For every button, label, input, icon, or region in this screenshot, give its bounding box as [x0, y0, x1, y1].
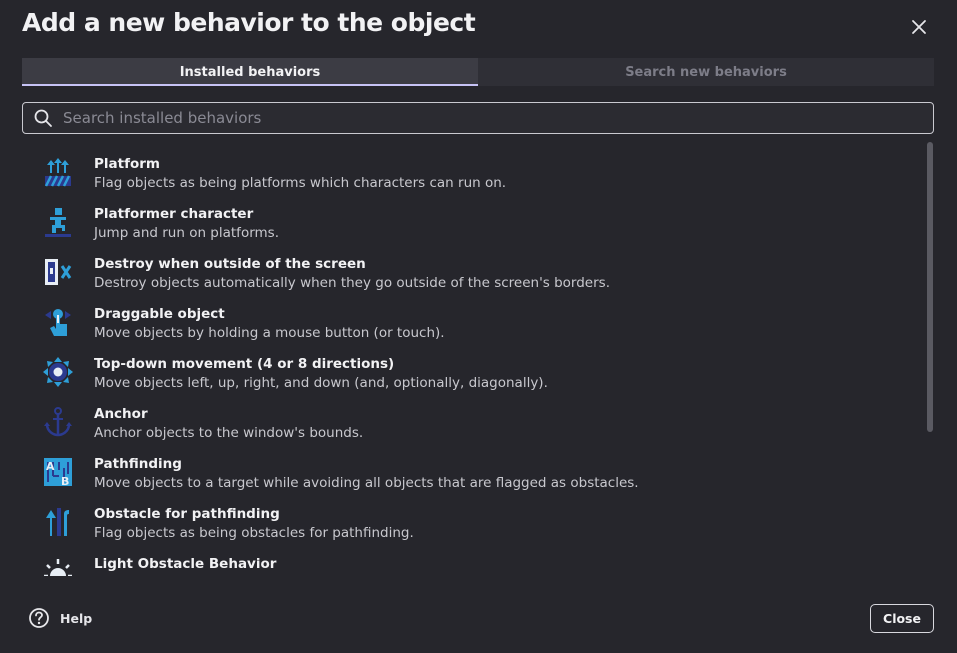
behavior-description: Destroy objects automatically when they … [94, 275, 610, 291]
behavior-item-topdown[interactable]: Top-down movement (4 or 8 directions) Mo… [22, 346, 922, 396]
platformer-character-icon [42, 206, 74, 238]
topdown-movement-icon [42, 356, 74, 388]
help-button[interactable]: Help [28, 607, 92, 629]
close-icon[interactable] [906, 14, 932, 40]
dialog-title: Add a new behavior to the object [22, 8, 476, 37]
behavior-item-platform[interactable]: Platform Flag objects as being platforms… [22, 146, 922, 196]
behavior-name: Draggable object [94, 306, 225, 322]
behavior-description: Jump and run on platforms. [94, 225, 279, 241]
svg-text:A: A [46, 460, 55, 473]
add-behavior-dialog: Add a new behavior to the object Install… [0, 0, 957, 653]
behavior-item-pathfinding[interactable]: A B Pathfinding Move objects to a target… [22, 446, 922, 496]
behavior-item-pathfinding-obstacle[interactable]: Obstacle for pathfinding Flag objects as… [22, 496, 922, 546]
behavior-description: Flag objects as being obstacles for path… [94, 525, 414, 541]
behavior-description: Move objects left, up, right, and down (… [94, 375, 548, 391]
help-label: Help [60, 610, 93, 626]
behavior-description: Flag objects as being platforms which ch… [94, 175, 507, 191]
behavior-item-light-obstacle[interactable]: Light Obstacle Behavior [22, 546, 922, 576]
behavior-name: Top-down movement (4 or 8 directions) [94, 356, 395, 372]
light-obstacle-icon [42, 556, 74, 576]
list-scrollbar[interactable] [927, 142, 933, 432]
pathfinding-icon: A B [42, 456, 74, 488]
behavior-list: Platform Flag objects as being platforms… [22, 146, 922, 576]
behavior-item-draggable[interactable]: Draggable object Move objects by holding… [22, 296, 922, 346]
pathfinding-obstacle-icon [42, 506, 74, 538]
tab-installed-behaviors[interactable]: Installed behaviors [22, 58, 478, 86]
behavior-name: Platformer character [94, 206, 254, 222]
svg-text:B: B [61, 475, 69, 488]
behavior-name: Obstacle for pathfinding [94, 506, 280, 522]
behavior-item-platformer-character[interactable]: Platformer character Jump and run on pla… [22, 196, 922, 246]
anchor-icon [42, 406, 74, 438]
behavior-name: Destroy when outside of the screen [94, 256, 366, 272]
search-input[interactable] [63, 109, 933, 127]
behavior-description: Move objects by holding a mouse button (… [94, 325, 445, 341]
search-box[interactable] [22, 102, 934, 134]
behavior-description: Anchor objects to the window's bounds. [94, 425, 364, 441]
behavior-item-anchor[interactable]: Anchor Anchor objects to the window's bo… [22, 396, 922, 446]
behavior-name: Pathfinding [94, 456, 182, 472]
behavior-name: Light Obstacle Behavior [94, 556, 277, 572]
behavior-item-destroy-outside[interactable]: Destroy when outside of the screen Destr… [22, 246, 922, 296]
draggable-icon [42, 306, 74, 338]
help-icon [29, 608, 49, 628]
behavior-name: Platform [94, 156, 160, 172]
search-icon [34, 109, 52, 127]
tab-bar: Installed behaviors Search new behaviors [22, 58, 934, 86]
behavior-description: Move objects to a target while avoiding … [94, 475, 639, 491]
destroy-outside-icon [42, 256, 74, 288]
close-button[interactable]: Close [870, 604, 934, 633]
tab-search-new-behaviors[interactable]: Search new behaviors [478, 58, 934, 86]
behavior-name: Anchor [94, 406, 148, 422]
platform-icon [42, 156, 74, 188]
